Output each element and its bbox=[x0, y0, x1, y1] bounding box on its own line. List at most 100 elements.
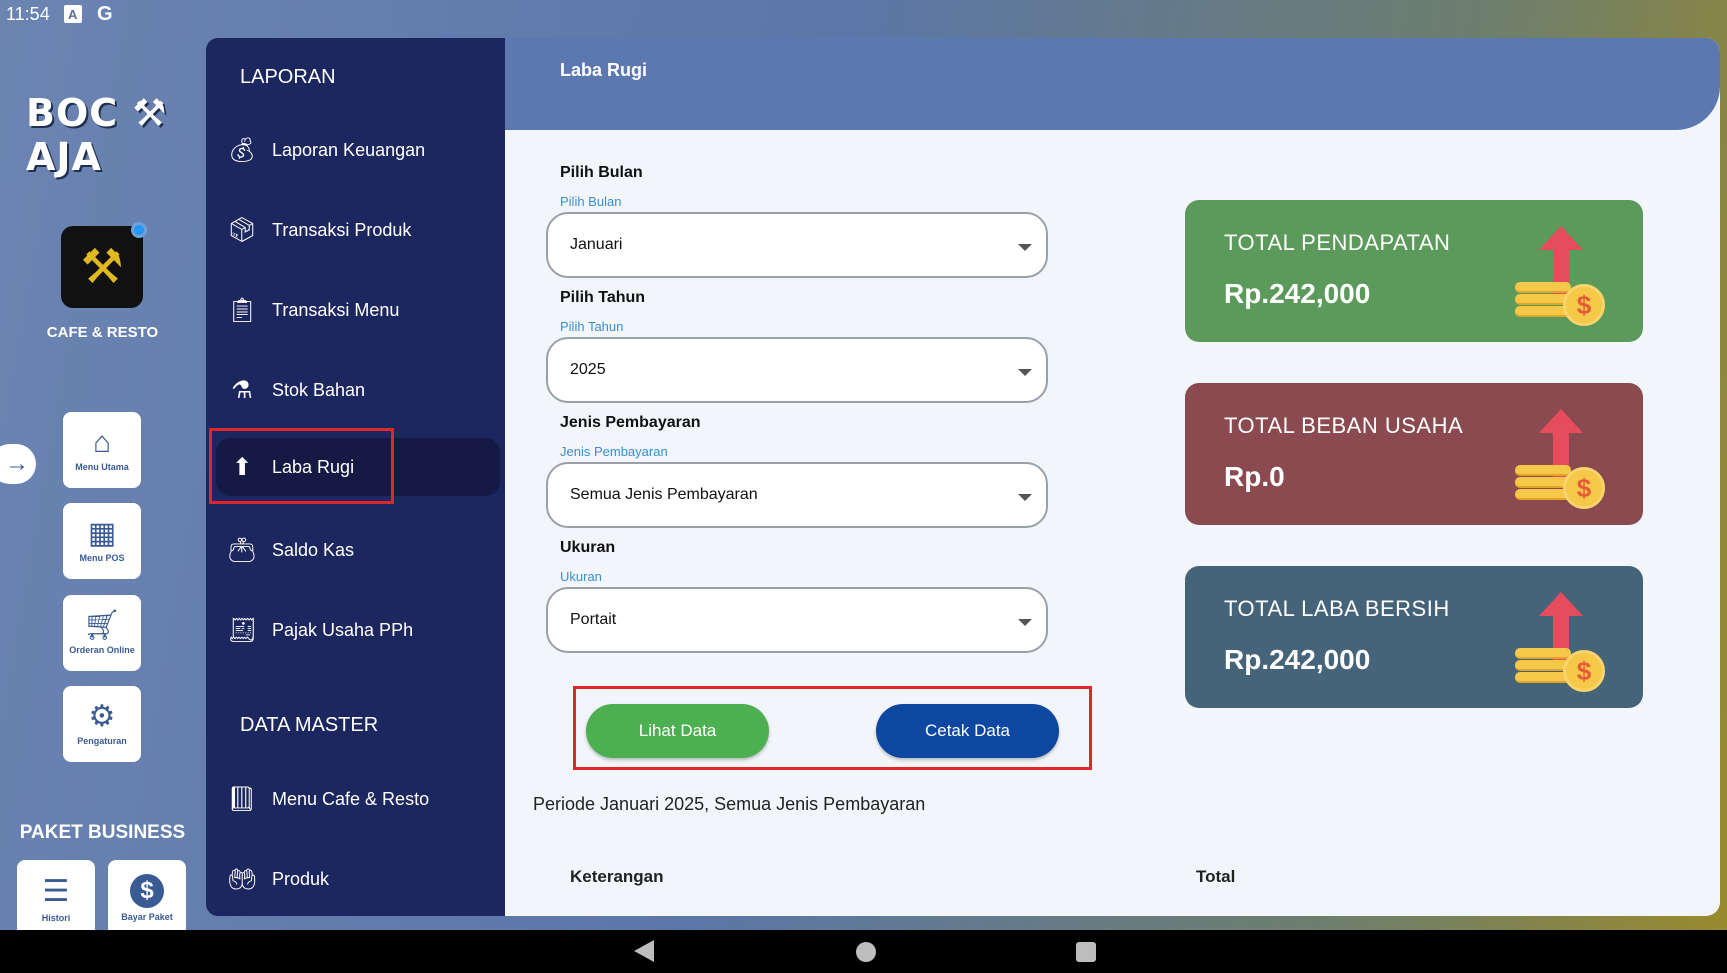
tile-label: Menu POS bbox=[79, 553, 125, 563]
cart-icon: 🛒︎ bbox=[82, 609, 122, 642]
tax-document-icon: 🧾︎ bbox=[226, 616, 258, 644]
column-header-total: Total bbox=[1196, 867, 1236, 886]
product-hands-icon: 🤲︎ bbox=[226, 865, 258, 893]
label-pilih-bulan: Pilih Bulan bbox=[560, 164, 643, 181]
tile-label: Orderan Online bbox=[69, 645, 135, 655]
tile-label: Menu Utama bbox=[75, 462, 129, 472]
cetak-data-button[interactable]: Cetak Data bbox=[876, 704, 1059, 758]
menu-book-icon: 📕︎ bbox=[226, 785, 258, 813]
tile-bayar-paket[interactable]: $ Bayar Paket bbox=[108, 860, 186, 936]
back-icon[interactable] bbox=[634, 940, 654, 962]
card-total-beban-usaha: TOTAL BEBAN USAHA Rp.0 $ bbox=[1185, 383, 1643, 525]
tile-label: Pengaturan bbox=[77, 736, 127, 746]
store-icon: ▦ bbox=[87, 517, 117, 550]
page-title: Laba Rugi bbox=[560, 60, 648, 80]
select-jenis-pembayaran[interactable]: Semua Jenis Pembayaran bbox=[546, 462, 1048, 528]
sidebar-item-stok-bahan[interactable]: ⚗ Stok Bahan bbox=[216, 361, 506, 419]
card-title: TOTAL BEBAN USAHA bbox=[1224, 413, 1464, 438]
card-value: Rp.242,000 bbox=[1224, 644, 1371, 675]
paket-label: PAKET BUSINESS bbox=[19, 822, 186, 843]
sidebar-item-label: Menu Cafe & Resto bbox=[272, 788, 430, 809]
expand-arrow-icon[interactable]: → bbox=[0, 444, 36, 484]
sidebar-item-pajak-usaha[interactable]: 🧾︎ Pajak Usaha PPh bbox=[216, 601, 506, 659]
left-rail: BOC ⚒ AJA ⚒ CAFE & RESTO → ⌂ Menu Utama … bbox=[0, 28, 205, 936]
coins-up-icon: $ bbox=[1515, 592, 1613, 692]
select-value: Semua Jenis Pembayaran bbox=[570, 486, 758, 503]
sidebar-item-menu-cafe-resto[interactable]: 📕︎ Menu Cafe & Resto bbox=[216, 770, 506, 828]
select-value: 2025 bbox=[570, 361, 606, 378]
status-bar: 11:54 A G bbox=[0, 0, 1727, 28]
caret-down-icon bbox=[1018, 619, 1032, 626]
float-label-pembayaran: Jenis Pembayaran bbox=[560, 444, 668, 459]
list-icon: ☰ bbox=[42, 874, 70, 908]
select-tahun[interactable]: 2025 bbox=[546, 337, 1048, 403]
tile-label: Bayar Paket bbox=[121, 912, 173, 922]
sidebar-item-label: Saldo Kas bbox=[272, 539, 355, 560]
select-bulan[interactable]: Januari bbox=[546, 212, 1048, 278]
tile-pengaturan[interactable]: ⚙ Pengaturan bbox=[63, 686, 141, 762]
coins-up-icon: $ bbox=[1515, 409, 1613, 509]
sidebar-item-label: Produk bbox=[272, 868, 330, 889]
label-ukuran: Ukuran bbox=[560, 539, 616, 556]
lihat-data-button[interactable]: Lihat Data bbox=[586, 704, 769, 758]
label-pilih-tahun: Pilih Tahun bbox=[560, 289, 646, 306]
tile-histori[interactable]: ☰ Histori bbox=[17, 860, 95, 936]
a-icon: A bbox=[63, 5, 82, 23]
sidebar-item-label: Stok Bahan bbox=[272, 379, 366, 400]
sidebar-item-label: Pajak Usaha PPh bbox=[272, 619, 414, 640]
section-title-data-master: DATA MASTER bbox=[240, 714, 379, 736]
sidebar-item-laporan-keuangan[interactable]: 💰︎ Laporan Keuangan bbox=[216, 121, 506, 179]
app-icon[interactable]: ⚒ bbox=[61, 222, 147, 308]
home-icon: ⌂ bbox=[92, 426, 112, 459]
card-value: Rp.0 bbox=[1224, 461, 1285, 492]
float-label-tahun: Pilih Tahun bbox=[560, 319, 624, 334]
tile-menu-utama[interactable]: ⌂ Menu Utama bbox=[63, 412, 141, 488]
sidebar-item-saldo-kas[interactable]: 👛︎ Saldo Kas bbox=[216, 521, 506, 579]
tile-label: Histori bbox=[41, 912, 71, 923]
tile-menu-pos[interactable]: ▦ Menu POS bbox=[63, 503, 141, 579]
gear-icon: ⚙ bbox=[88, 700, 116, 733]
float-label-bulan: Pilih Bulan bbox=[560, 194, 622, 209]
periode-text: Periode Januari 2025, Semua Jenis Pembay… bbox=[533, 794, 926, 814]
card-value: Rp.242,000 bbox=[1224, 278, 1371, 309]
select-ukuran[interactable]: Portait bbox=[546, 587, 1048, 653]
app-caption: CAFE & RESTO bbox=[46, 324, 159, 341]
caret-down-icon bbox=[1018, 369, 1032, 376]
ingredients-icon: ⚗ bbox=[231, 376, 253, 404]
card-total-pendapatan: TOTAL PENDAPATAN Rp.242,000 $ bbox=[1185, 200, 1643, 342]
status-time: 11:54 bbox=[6, 3, 50, 24]
sidebar-item-label: Transaksi Menu bbox=[272, 299, 400, 320]
label-jenis-pembayaran: Jenis Pembayaran bbox=[560, 414, 701, 431]
tile-orderan-online[interactable]: 🛒︎ Orderan Online bbox=[63, 595, 141, 671]
card-title: TOTAL LABA BERSIH bbox=[1224, 596, 1450, 621]
sidebar-item-transaksi-menu[interactable]: 📋︎ Transaksi Menu bbox=[216, 281, 506, 339]
main-header: Laba Rugi bbox=[505, 38, 1720, 130]
recent-apps-icon[interactable] bbox=[1076, 942, 1096, 962]
sidebar-item-label: Laporan Keuangan bbox=[272, 139, 426, 160]
home-nav-icon[interactable] bbox=[856, 942, 876, 962]
card-total-laba-bersih: TOTAL LABA BERSIH Rp.242,000 $ bbox=[1185, 566, 1643, 708]
sidebar-item-produk[interactable]: 🤲︎ Produk bbox=[216, 850, 506, 908]
coins-up-icon: $ bbox=[1515, 226, 1613, 326]
hammer-icon: ⚒ bbox=[80, 241, 124, 294]
main-panel: Laba Rugi Pilih Bulan Pilih Bulan Januar… bbox=[505, 38, 1720, 916]
float-label-ukuran: Ukuran bbox=[560, 569, 602, 584]
caret-down-icon bbox=[1018, 494, 1032, 501]
google-icon: G bbox=[96, 2, 113, 25]
select-value: Portait bbox=[570, 611, 617, 628]
column-header-keterangan: Keterangan bbox=[570, 867, 664, 886]
menu-board-icon: 📋︎ bbox=[226, 296, 258, 324]
wallet-icon: 👛︎ bbox=[226, 536, 258, 564]
dollar-icon: $ bbox=[130, 874, 164, 908]
card-title: TOTAL PENDAPATAN bbox=[1224, 230, 1451, 255]
sidebar: LAPORAN 💰︎ Laporan Keuangan 📦︎ Transaksi… bbox=[206, 38, 506, 916]
sidebar-item-transaksi-produk[interactable]: 📦︎ Transaksi Produk bbox=[216, 201, 506, 259]
section-title-laporan: LAPORAN bbox=[240, 66, 336, 88]
box-icon: 📦︎ bbox=[226, 216, 258, 244]
brand-logo: BOC ⚒ AJA bbox=[26, 91, 168, 179]
active-item-highlight bbox=[209, 428, 394, 504]
money-bag-icon: 💰︎ bbox=[226, 136, 258, 164]
select-value: Januari bbox=[570, 236, 623, 253]
sidebar-item-label: Transaksi Produk bbox=[272, 219, 412, 240]
notification-dot bbox=[131, 222, 147, 238]
